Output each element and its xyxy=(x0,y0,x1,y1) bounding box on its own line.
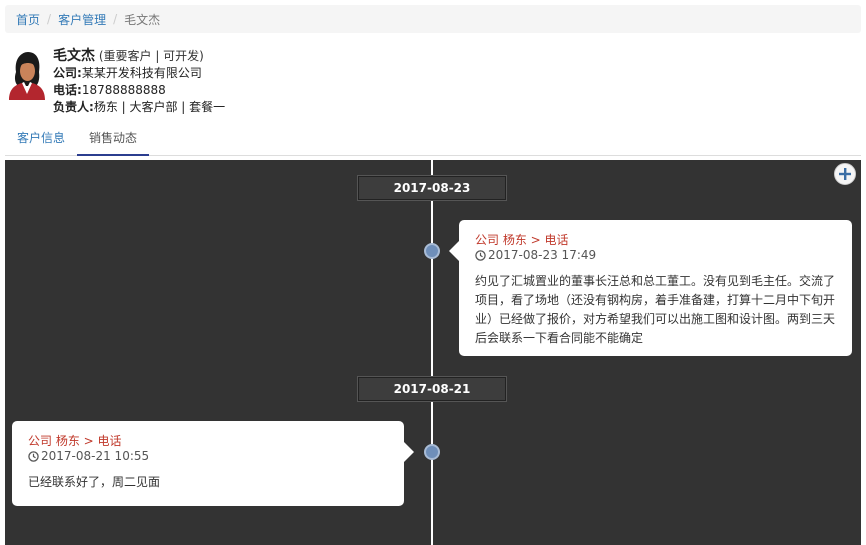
tab-bar: 客户信息 销售动态 xyxy=(5,124,861,156)
timeline-date-badge: 2017-08-23 xyxy=(358,176,506,200)
timeline-card: 公司 杨东 > 电话 2017-08-21 10:55 已经联系好了，周二见面 xyxy=(12,421,414,506)
entry-head: 公司 杨东 > 电话 xyxy=(475,233,569,247)
phone-value: 18788888888 xyxy=(81,83,166,97)
tab-customer-info[interactable]: 客户信息 xyxy=(5,124,77,155)
timeline-date-badge: 2017-08-21 xyxy=(358,377,506,401)
breadcrumb-current: 毛文杰 xyxy=(124,12,161,27)
entry-time-text: 2017-08-21 10:55 xyxy=(41,449,150,463)
owner-label: 负责人: xyxy=(53,100,94,114)
breadcrumb-separator: / xyxy=(113,12,118,26)
customer-tags: (重要客户 | 可开发) xyxy=(98,49,204,63)
entry-body: 约见了汇城置业的董事长汪总和总工董工。没有见到毛主任。交流了项目，看了场地（还没… xyxy=(475,274,836,345)
timeline-dot xyxy=(424,243,440,259)
clock-icon xyxy=(28,451,39,462)
owner-value: 杨东 | 大客户部 | 套餐一 xyxy=(93,100,226,114)
customer-name: 毛文杰 xyxy=(53,48,95,64)
card-pointer xyxy=(449,241,459,261)
breadcrumb-customer-management-link[interactable]: 客户管理 xyxy=(58,11,106,28)
entry-time: 2017-08-23 17:49 xyxy=(475,248,836,263)
person-avatar-icon xyxy=(9,52,45,100)
breadcrumb-separator: / xyxy=(47,12,52,26)
timeline-dot xyxy=(424,444,440,460)
entry-time-text: 2017-08-23 17:49 xyxy=(488,248,597,262)
tab-sales-activity[interactable]: 销售动态 xyxy=(77,124,150,156)
entry-body: 已经联系好了，周二见面 xyxy=(28,475,161,489)
breadcrumb: 首页 / 客户管理 / 毛文杰 xyxy=(5,5,861,33)
plus-icon xyxy=(839,168,851,180)
clock-icon xyxy=(475,250,486,261)
card-pointer xyxy=(404,442,414,462)
phone-label: 电话: xyxy=(53,83,82,97)
entry-time: 2017-08-21 10:55 xyxy=(28,449,388,464)
avatar xyxy=(8,50,46,100)
profile-info: 毛文杰 (重要客户 | 可开发) 公司:某某开发科技有限公司 电话:187888… xyxy=(53,48,225,116)
timeline-card: 公司 杨东 > 电话 2017-08-23 17:49 约见了汇城置业的董事长汪… xyxy=(449,220,852,356)
add-entry-button[interactable] xyxy=(834,163,856,185)
company-value: 某某开发科技有限公司 xyxy=(81,66,202,80)
breadcrumb-home-link[interactable]: 首页 xyxy=(16,11,40,28)
customer-profile: 毛文杰 (重要客户 | 可开发) 公司:某某开发科技有限公司 电话:187888… xyxy=(5,48,405,120)
company-label: 公司: xyxy=(53,66,82,80)
timeline-axis xyxy=(431,160,433,545)
sales-timeline: 2017-08-23 公司 杨东 > 电话 2017-08-23 17:49 约… xyxy=(5,160,861,545)
entry-head: 公司 杨东 > 电话 xyxy=(28,434,122,448)
